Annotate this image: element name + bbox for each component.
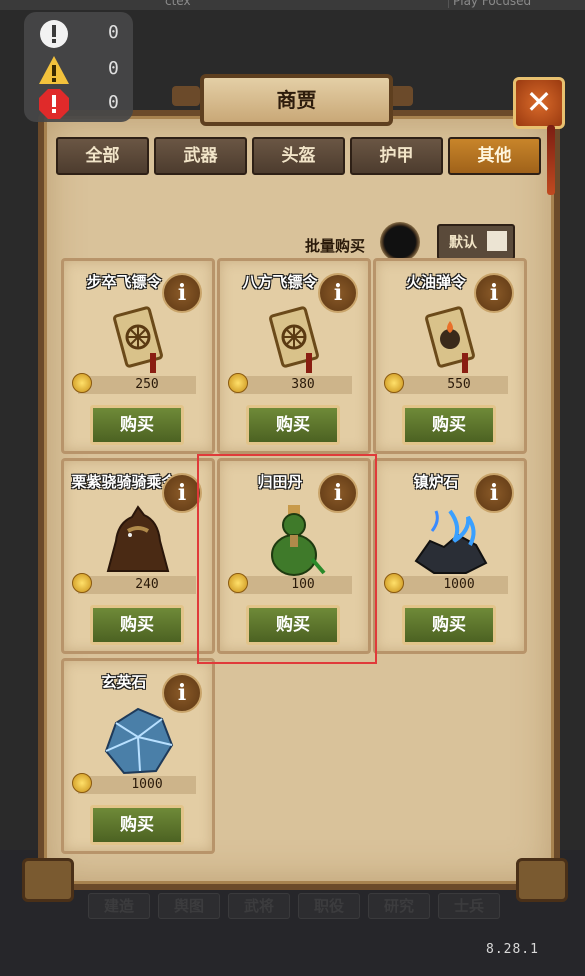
tassel-ornament	[547, 125, 555, 195]
ore-blue-fire-icon	[414, 509, 488, 574]
item-card[interactable]: 八方飞镖令 i 380 购买	[217, 258, 371, 454]
info-circle-icon	[40, 20, 68, 48]
token-scroll-icon	[269, 306, 319, 373]
item-price: 1000	[443, 577, 475, 592]
tab-other[interactable]: 其他	[448, 137, 541, 175]
buy-button[interactable]: 购买	[402, 405, 496, 445]
play-focused-dropdown[interactable]: Play Focused	[448, 0, 531, 8]
panel-corner-ornament-left	[22, 858, 74, 902]
default-checkbox[interactable]: 默认	[437, 224, 515, 260]
bottom-nav-generals[interactable]: 武将	[228, 893, 290, 919]
coin-icon	[72, 373, 92, 393]
item-price: 380	[291, 377, 315, 392]
coin-icon	[72, 773, 92, 793]
buy-button[interactable]: 购买	[246, 405, 340, 445]
fire-token-icon	[425, 306, 475, 373]
bottom-nav-map[interactable]: 舆图	[158, 893, 220, 919]
panel-corner-ornament-right	[516, 858, 568, 902]
buy-button[interactable]: 购买	[90, 605, 184, 645]
crystal-ore-icon	[104, 707, 174, 775]
default-label: 默认	[449, 235, 477, 251]
category-tabs: 全部 武器 头盔 护甲 其他	[56, 137, 541, 175]
title-cap-left	[172, 86, 200, 106]
item-card[interactable]: 步卒飞镖令 i 250 购买	[61, 258, 215, 454]
info-count: 0	[108, 22, 119, 43]
bottom-nav-build[interactable]: 建造	[88, 893, 150, 919]
item-card[interactable]: 火油弹令 i 550 购买	[373, 258, 527, 454]
tab-all[interactable]: 全部	[56, 137, 149, 175]
horse-icon	[106, 505, 170, 572]
default-checkbox-box	[487, 231, 507, 251]
warning-count: 0	[108, 58, 119, 79]
item-price: 1000	[131, 777, 163, 792]
console-status-panel: 0 0 0	[24, 12, 133, 122]
tab-helmets[interactable]: 头盔	[252, 137, 345, 175]
close-button[interactable]: ✕	[513, 77, 565, 129]
token-scroll-icon	[113, 306, 163, 373]
buy-button[interactable]: 购买	[90, 405, 184, 445]
status-row-error[interactable]: 0	[38, 88, 124, 120]
tab-armor[interactable]: 护甲	[350, 137, 443, 175]
coin-icon	[384, 573, 404, 593]
error-count: 0	[108, 92, 119, 113]
item-card[interactable]: 玄英石 i 1000 购买	[61, 658, 215, 854]
version-label: 8.28.1	[486, 942, 539, 957]
close-icon: ✕	[525, 83, 553, 121]
status-row-info[interactable]: 0	[38, 18, 124, 50]
editor-top-bar: ctex Play Focused	[0, 0, 585, 10]
item-card[interactable]: 镇炉石 i 1000 购买	[373, 458, 527, 654]
item-card[interactable]: 栗紫骁骑骑乘令 i 240 购买	[61, 458, 215, 654]
window-title: 商贾	[200, 74, 393, 126]
item-price: 240	[135, 577, 159, 592]
bottom-nav: 建造 舆图 武将 职役 研究 士兵	[88, 893, 500, 919]
coin-icon	[384, 373, 404, 393]
editor-tab-left[interactable]: ctex	[165, 0, 191, 8]
warning-triangle-icon	[39, 56, 69, 84]
selection-highlight	[197, 454, 377, 664]
status-row-warning[interactable]: 0	[38, 54, 124, 86]
batch-buy-toggle[interactable]	[380, 222, 420, 262]
coin-icon	[72, 573, 92, 593]
buy-button[interactable]: 购买	[402, 605, 496, 645]
item-price: 250	[135, 377, 159, 392]
buy-button[interactable]: 购买	[90, 805, 184, 845]
error-octagon-icon	[39, 89, 69, 119]
item-price: 550	[447, 377, 471, 392]
tab-weapons[interactable]: 武器	[154, 137, 247, 175]
bottom-nav-jobs[interactable]: 职役	[298, 893, 360, 919]
bottom-nav-research[interactable]: 研究	[368, 893, 430, 919]
batch-buy-label: 批量购买	[305, 237, 366, 255]
bottom-nav-soldiers[interactable]: 士兵	[438, 893, 500, 919]
coin-icon	[228, 373, 248, 393]
